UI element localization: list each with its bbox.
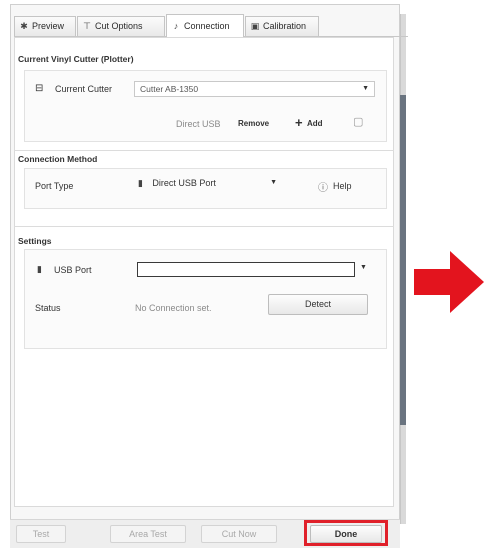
usb-plug-icon: ▮	[138, 178, 143, 188]
port-type-label: Port Type	[35, 181, 74, 191]
port-type-value: Direct USB Port	[152, 178, 216, 188]
usb-port-chevron-down-icon[interactable]: ▼	[360, 264, 367, 271]
add-button[interactable]: Add	[307, 119, 323, 128]
current-cutter-label: Current Cutter	[55, 84, 113, 94]
section-title-settings: Settings	[18, 236, 52, 246]
tab-label: Cut Options	[95, 21, 143, 31]
cut-now-button[interactable]: Cut Now	[201, 525, 277, 543]
status-value: No Connection set.	[135, 303, 212, 313]
cutter-icon: ⊟	[35, 83, 44, 94]
tab-connection[interactable]: ♪ Connection	[166, 14, 244, 37]
tab-calibration[interactable]: ▣ Calibration	[245, 16, 319, 36]
detect-button[interactable]: Detect	[268, 294, 368, 315]
help-icon[interactable]: ⓘ	[318, 179, 328, 194]
scrollbar-thumb[interactable]	[400, 95, 406, 425]
tab-bar: ✱ Preview ⊤ Cut Options ♪ Connection ▣ C…	[14, 14, 408, 37]
calibration-icon: ▣	[250, 21, 260, 31]
status-label: Status	[35, 303, 61, 313]
area-test-button[interactable]: Area Test	[110, 525, 186, 543]
test-button[interactable]: Test	[16, 525, 66, 543]
tab-label: Connection	[184, 20, 230, 31]
section-divider	[14, 150, 394, 151]
current-cutter-value: Cutter AB-1350	[140, 84, 199, 94]
usb-port-label: USB Port	[54, 265, 92, 275]
usb-port-input[interactable]	[137, 262, 355, 277]
chevron-down-icon: ▼	[362, 85, 369, 92]
star-icon: ✱	[20, 21, 28, 31]
cutter-icon: ⊤	[83, 21, 91, 31]
tab-preview[interactable]: ✱ Preview	[14, 16, 76, 36]
tab-cut-options[interactable]: ⊤ Cut Options	[77, 16, 165, 36]
remove-button[interactable]: Remove	[238, 119, 269, 128]
connection-info: Direct USB	[176, 119, 221, 129]
plus-icon[interactable]: +	[295, 115, 303, 130]
connection-icon: ♪	[173, 20, 179, 31]
cutter-settings-icon[interactable]: ▢	[353, 115, 363, 128]
help-label[interactable]: Help	[333, 181, 352, 191]
red-arrow-icon	[414, 251, 484, 313]
current-cutter-dropdown[interactable]: Cutter AB-1350 ▼	[134, 81, 375, 97]
section-title-connection-method: Connection Method	[18, 154, 98, 164]
tab-label: Calibration	[263, 21, 307, 31]
done-highlight-box	[304, 520, 388, 546]
port-type-dropdown[interactable]: ▮ Direct USB Port ▼	[138, 176, 282, 192]
section-title-current-cutter: Current Vinyl Cutter (Plotter)	[18, 54, 134, 64]
section-divider	[14, 226, 394, 227]
chevron-down-icon: ▼	[270, 179, 277, 186]
tab-label: Preview	[32, 21, 65, 31]
usb-plug-icon: ▮	[37, 264, 42, 274]
